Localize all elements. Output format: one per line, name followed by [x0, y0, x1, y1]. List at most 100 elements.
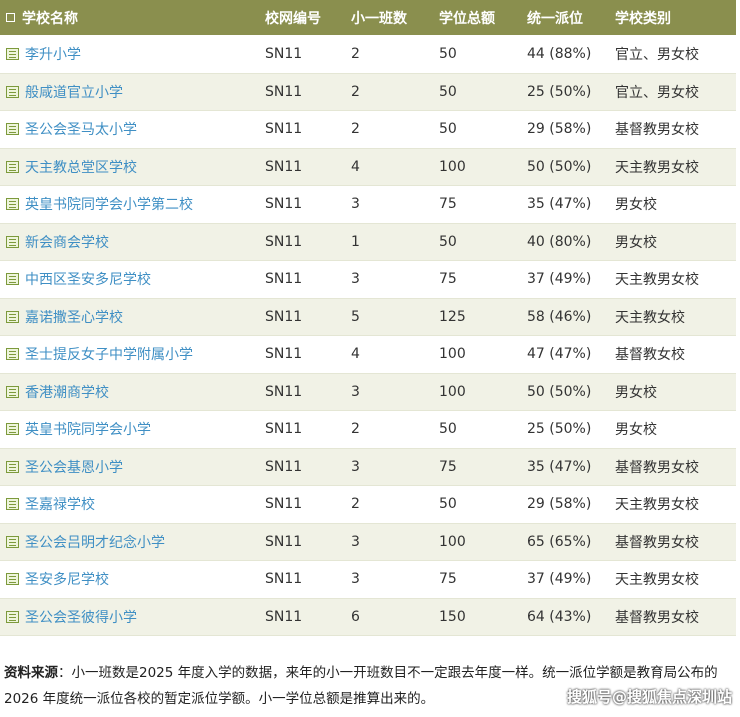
category-cell: 天主教男女校	[615, 272, 699, 289]
category-cell: 基督教男女校	[615, 459, 699, 476]
school-name-cell: 新会商会学校	[0, 232, 265, 252]
school-link[interactable]: 天主教总堂区学校	[25, 157, 137, 177]
net-cell: SN11	[265, 46, 303, 63]
allocation-cell: 44 (88%)	[527, 46, 592, 63]
category-cell: 基督教女校	[615, 347, 685, 364]
school-table: 学校名称 校网编号 小一班数 学位总额 统一派位 学校类别 李升小学 SN11 2 5…	[0, 0, 736, 636]
category-cell: 天主教男女校	[615, 497, 699, 514]
category-cell: 官立、男女校	[615, 47, 699, 64]
places-cell: 150	[439, 608, 466, 625]
school-link[interactable]: 嘉诺撒圣心学校	[25, 307, 123, 327]
places-cell: 50	[439, 121, 457, 138]
classes-cell: 3	[351, 458, 360, 475]
allocation-cell: 37 (49%)	[527, 571, 592, 588]
header-allocation: 统一派位	[527, 10, 583, 27]
classes-cell: 2	[351, 421, 360, 438]
net-cell: SN11	[265, 121, 303, 138]
places-cell: 100	[439, 533, 466, 550]
allocation-cell: 37 (49%)	[527, 271, 592, 288]
table-icon	[6, 348, 19, 361]
allocation-cell: 25 (50%)	[527, 83, 592, 100]
net-cell: SN11	[265, 496, 303, 513]
table-row: 圣公会基恩小学 SN11 3 75 35 (47%) 基督教男女校	[0, 448, 736, 486]
net-cell: SN11	[265, 458, 303, 475]
table-icon	[6, 310, 19, 323]
table-icon	[6, 235, 19, 248]
school-link[interactable]: 圣公会吕明才纪念小学	[25, 532, 165, 552]
net-cell: SN11	[265, 271, 303, 288]
school-name-cell: 香港潮商学校	[0, 382, 265, 402]
school-link[interactable]: 圣公会圣马太小学	[25, 119, 137, 139]
table-icon	[6, 460, 19, 473]
allocation-cell: 29 (58%)	[527, 121, 592, 138]
school-link[interactable]: 新会商会学校	[25, 232, 109, 252]
classes-cell: 2	[351, 46, 360, 63]
places-cell: 50	[439, 233, 457, 250]
school-link[interactable]: 圣公会圣彼得小学	[25, 607, 137, 627]
category-cell: 男女校	[615, 422, 657, 439]
places-cell: 75	[439, 271, 457, 288]
category-cell: 官立、男女校	[615, 84, 699, 101]
table-row: 般咸道官立小学 SN11 2 50 25 (50%) 官立、男女校	[0, 73, 736, 111]
places-cell: 75	[439, 196, 457, 213]
header-label: 学校名称	[22, 10, 78, 27]
school-link[interactable]: 圣士提反女子中学附属小学	[25, 344, 193, 364]
table-icon	[6, 535, 19, 548]
classes-cell: 3	[351, 196, 360, 213]
net-cell: SN11	[265, 233, 303, 250]
school-link[interactable]: 圣嘉禄学校	[25, 494, 95, 514]
classes-cell: 3	[351, 271, 360, 288]
classes-cell: 4	[351, 158, 360, 175]
header-school-name[interactable]: 学校名称	[0, 8, 265, 28]
table-icon	[6, 423, 19, 436]
checkbox-icon[interactable]	[6, 13, 15, 22]
net-cell: SN11	[265, 571, 303, 588]
net-cell: SN11	[265, 383, 303, 400]
classes-cell: 6	[351, 608, 360, 625]
school-link[interactable]: 香港潮商学校	[25, 382, 109, 402]
table-icon	[6, 385, 19, 398]
school-link[interactable]: 中西区圣安多尼学校	[25, 269, 151, 289]
places-cell: 125	[439, 308, 466, 325]
school-name-cell: 中西区圣安多尼学校	[0, 269, 265, 289]
table-icon	[6, 123, 19, 136]
places-cell: 75	[439, 458, 457, 475]
classes-cell: 1	[351, 233, 360, 250]
net-cell: SN11	[265, 308, 303, 325]
allocation-cell: 64 (43%)	[527, 608, 592, 625]
school-name-cell: 天主教总堂区学校	[0, 157, 265, 177]
school-name-cell: 圣公会圣彼得小学	[0, 607, 265, 627]
classes-cell: 2	[351, 83, 360, 100]
category-cell: 男女校	[615, 197, 657, 214]
header-places: 学位总额	[439, 10, 495, 27]
net-cell: SN11	[265, 421, 303, 438]
table-row: 圣公会吕明才纪念小学 SN11 3 100 65 (65%) 基督教男女校	[0, 523, 736, 561]
school-link[interactable]: 英皇书院同学会小学第二校	[25, 194, 193, 214]
net-cell: SN11	[265, 196, 303, 213]
allocation-cell: 58 (46%)	[527, 308, 592, 325]
school-name-cell: 圣士提反女子中学附属小学	[0, 344, 265, 364]
school-link[interactable]: 圣安多尼学校	[25, 569, 109, 589]
net-cell: SN11	[265, 346, 303, 363]
places-cell: 50	[439, 83, 457, 100]
table-row: 天主教总堂区学校 SN11 4 100 50 (50%) 天主教男女校	[0, 148, 736, 186]
places-cell: 50	[439, 421, 457, 438]
table-row: 英皇书院同学会小学 SN11 2 50 25 (50%) 男女校	[0, 411, 736, 449]
allocation-cell: 29 (58%)	[527, 496, 592, 513]
school-name-cell: 英皇书院同学会小学第二校	[0, 194, 265, 214]
category-cell: 基督教男女校	[615, 534, 699, 551]
classes-cell: 2	[351, 496, 360, 513]
table-row: 圣嘉禄学校 SN11 2 50 29 (58%) 天主教男女校	[0, 486, 736, 524]
school-name-cell: 圣公会基恩小学	[0, 457, 265, 477]
school-link[interactable]: 圣公会基恩小学	[25, 457, 123, 477]
allocation-cell: 25 (50%)	[527, 421, 592, 438]
school-name-cell: 圣公会圣马太小学	[0, 119, 265, 139]
table-row: 香港潮商学校 SN11 3 100 50 (50%) 男女校	[0, 373, 736, 411]
school-link[interactable]: 李升小学	[25, 44, 81, 64]
school-link[interactable]: 英皇书院同学会小学	[25, 419, 151, 439]
school-link[interactable]: 般咸道官立小学	[25, 82, 123, 102]
school-name-cell: 圣嘉禄学校	[0, 494, 265, 514]
classes-cell: 3	[351, 533, 360, 550]
table-icon	[6, 198, 19, 211]
places-cell: 100	[439, 383, 466, 400]
